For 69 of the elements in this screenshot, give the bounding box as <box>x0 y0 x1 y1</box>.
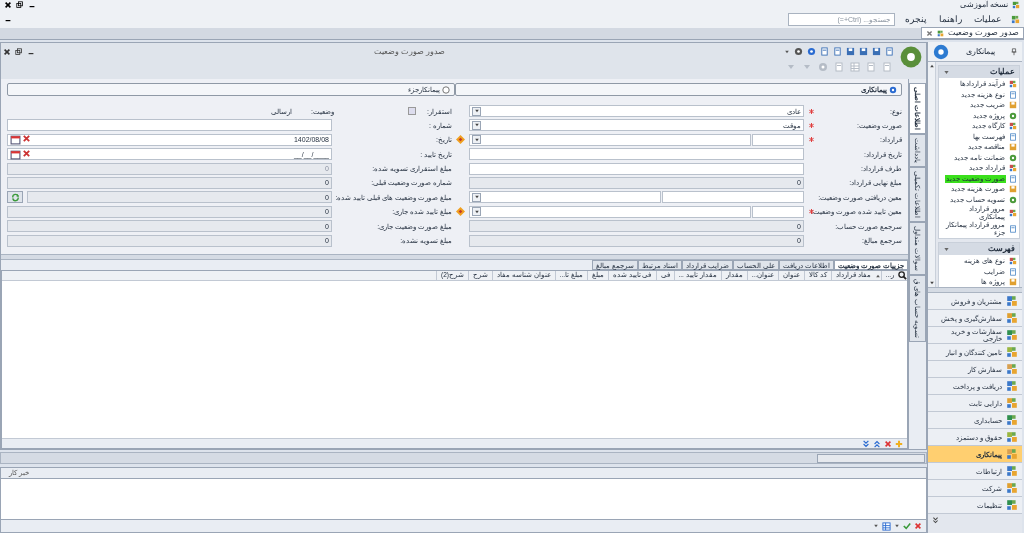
restore-icon[interactable] <box>15 47 23 56</box>
collapse-icon[interactable] <box>943 245 950 253</box>
input-field[interactable] <box>469 162 804 175</box>
input-field[interactable] <box>662 191 804 204</box>
module-icon <box>1006 499 1018 511</box>
module-icon <box>1006 380 1018 392</box>
dropdown-button[interactable] <box>472 192 481 202</box>
module-icon <box>1006 414 1018 426</box>
menu-item[interactable]: پنجره <box>903 14 929 24</box>
module-icon <box>1006 482 1018 494</box>
move-up-icon[interactable] <box>873 439 881 448</box>
dropdown-button[interactable] <box>472 135 481 145</box>
restore-icon[interactable] <box>16 1 24 9</box>
clear-icon[interactable] <box>22 148 31 158</box>
module-icon <box>1006 431 1018 443</box>
calendar-icon[interactable] <box>10 134 21 146</box>
search-icon[interactable] <box>898 271 907 280</box>
refresh-icon <box>10 192 20 202</box>
module-icon <box>1006 363 1018 375</box>
sort-icon[interactable] <box>874 272 881 279</box>
caret-icon <box>473 108 480 114</box>
caret-icon[interactable] <box>784 48 790 55</box>
caret-icon[interactable] <box>894 523 900 529</box>
module-icon <box>1006 465 1018 477</box>
caret-icon[interactable] <box>873 523 879 529</box>
grid-icon[interactable] <box>882 521 891 531</box>
scrollbar[interactable] <box>928 62 936 287</box>
app-title: نسخه آموزشی <box>959 1 1008 9</box>
checkbox[interactable] <box>408 107 416 115</box>
menu-item[interactable]: عملیات <box>972 14 1003 24</box>
toolbar-icon[interactable] <box>872 47 881 56</box>
module-icon <box>1006 295 1018 307</box>
clear-icon[interactable] <box>22 134 31 144</box>
delete-icon[interactable] <box>884 439 892 448</box>
calendar-icon[interactable] <box>10 148 21 160</box>
radio-icon <box>889 85 897 94</box>
input-field[interactable] <box>752 205 804 218</box>
module-icon <box>1006 329 1018 341</box>
logo-icon <box>898 44 924 70</box>
dropdown-button[interactable] <box>472 120 481 130</box>
module-icon <box>1006 448 1018 460</box>
check-icon[interactable] <box>903 522 911 530</box>
input-field[interactable] <box>469 148 804 161</box>
close-icon[interactable] <box>4 1 12 9</box>
dropdown-button[interactable] <box>472 207 481 217</box>
module-icon <box>1006 397 1018 409</box>
input-field[interactable] <box>752 133 804 146</box>
collapse-icon[interactable] <box>943 68 950 76</box>
expand-icon[interactable] <box>932 516 939 524</box>
dropdown-field[interactable] <box>469 205 751 218</box>
toolbar-icon[interactable] <box>833 47 842 56</box>
help-icon[interactable] <box>807 47 816 56</box>
toolbar-icon[interactable] <box>846 47 855 56</box>
toolbar-icon[interactable] <box>820 47 829 56</box>
input-field[interactable] <box>7 119 332 132</box>
dropdown-button[interactable] <box>472 106 481 116</box>
close-icon[interactable] <box>3 47 11 56</box>
refresh-button[interactable] <box>7 191 23 204</box>
radio-icon <box>441 85 450 94</box>
module-icon <box>1006 312 1018 324</box>
move-down-icon[interactable] <box>862 439 870 448</box>
menu-item[interactable]: راهنما <box>937 14 964 24</box>
pin-icon[interactable] <box>1010 47 1018 56</box>
delete-icon[interactable] <box>914 522 922 530</box>
dropdown-field[interactable] <box>469 133 751 146</box>
toolbar-icon[interactable] <box>885 47 894 56</box>
dropdown-field[interactable] <box>469 191 661 204</box>
toolbar-icon[interactable] <box>859 47 868 56</box>
module-icon <box>1006 346 1018 358</box>
